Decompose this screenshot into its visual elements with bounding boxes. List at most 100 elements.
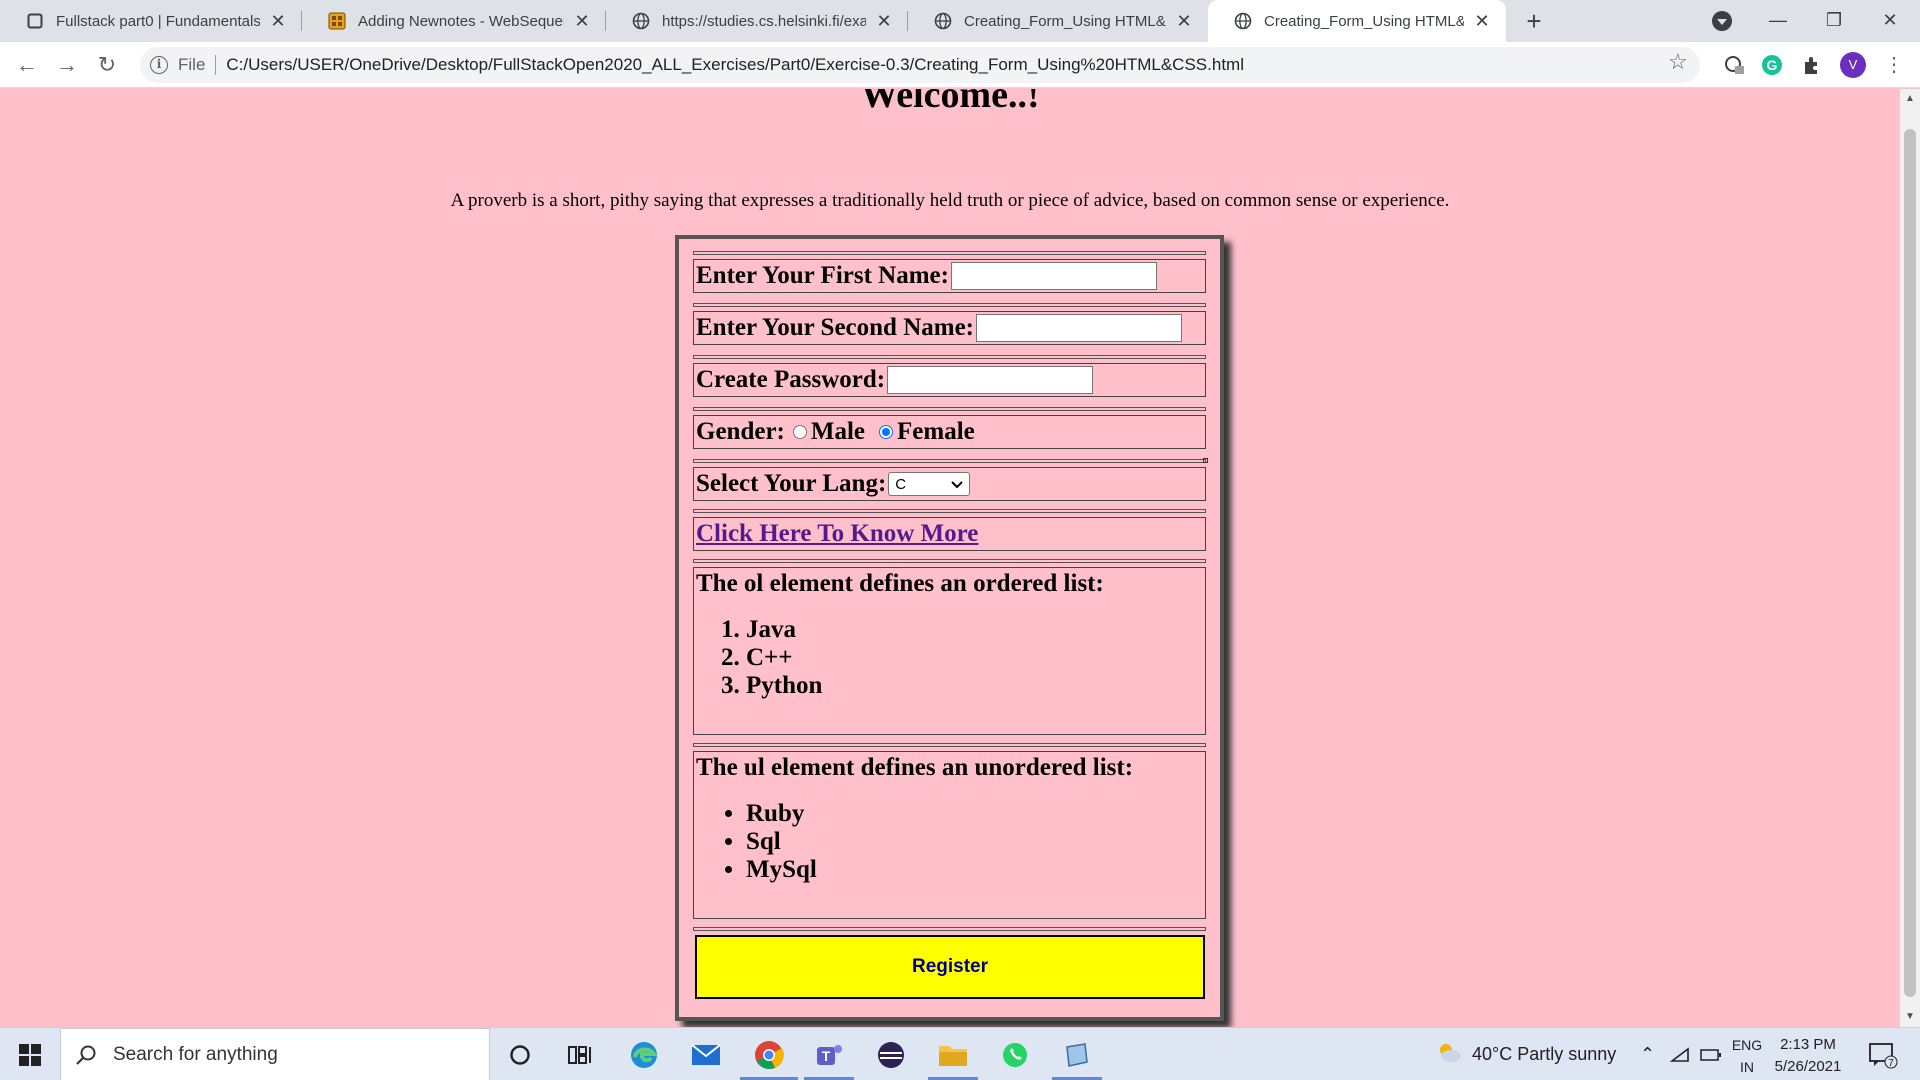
divider	[693, 355, 1206, 359]
tab-creating-form-active[interactable]: Creating_Form_Using HTML&CSS ✕	[1208, 0, 1506, 42]
gender-row: Gender: Male Female	[693, 415, 1206, 449]
input-language-indicator[interactable]: ENG IN	[1730, 1034, 1764, 1078]
address-bar[interactable]: i File C:/Users/USER/OneDrive/Desktop/Fu…	[140, 47, 1700, 83]
close-icon[interactable]: ✕	[874, 11, 894, 32]
system-clock[interactable]: 2:13 PM 5/26/2021	[1768, 1034, 1848, 1078]
language-row: Select Your Lang: C	[693, 467, 1206, 501]
new-tab-button[interactable]: +	[1518, 5, 1550, 37]
back-icon[interactable]: ←	[12, 50, 42, 80]
tab-adding-newnotes[interactable]: Adding Newnotes - WebSequenc ✕	[302, 0, 606, 42]
scrollbar-thumb[interactable]	[1904, 129, 1916, 997]
page-icon	[26, 12, 44, 30]
ordered-list-heading: The ol element defines an ordered list:	[696, 570, 1104, 597]
windows-taskbar: Search for anything T 40°C Partly sunny …	[0, 1027, 1920, 1080]
minimize-button[interactable]: —	[1750, 0, 1806, 42]
second-name-input[interactable]	[976, 314, 1183, 342]
reload-icon[interactable]: ↻	[92, 50, 122, 80]
close-icon[interactable]: ✕	[1472, 11, 1492, 32]
tab-search-icon[interactable]	[1712, 11, 1732, 31]
link-row: Click Here To Know More	[693, 517, 1206, 551]
tab-helsinki-studies[interactable]: https://studies.cs.helsinki.fi/exam ✕	[606, 0, 908, 42]
page-viewport: Welcome..! A proverb is a short, pithy s…	[0, 89, 1900, 1027]
registration-form: Enter Your First Name: Enter Your Second…	[675, 235, 1224, 1021]
svg-text:T: T	[822, 1048, 831, 1064]
menu-kebab-icon[interactable]: ⋮	[1884, 52, 1904, 77]
chrome-icon[interactable]	[744, 1028, 794, 1080]
page-scrollbar[interactable]: ▲ ▼	[1900, 89, 1920, 1027]
gender-female-radio[interactable]	[879, 425, 894, 439]
weather-widget[interactable]: 40°C Partly sunny	[1436, 1028, 1616, 1080]
proverb-text: A proverb is a short, pithy saying that …	[450, 190, 1450, 211]
edge-icon[interactable]	[622, 1028, 666, 1080]
gender-male-radio[interactable]	[792, 425, 807, 439]
restore-button[interactable]: ❐	[1806, 0, 1862, 42]
tab-label: https://studies.cs.helsinki.fi/exam	[662, 12, 866, 30]
password-row: Create Password:	[693, 363, 1206, 397]
browser-tab-strip: Fullstack part0 | Fundamentals of ✕ Addi…	[0, 0, 1920, 42]
tab-creating-form-1[interactable]: Creating_Form_Using HTML&CSS ✕	[908, 0, 1208, 42]
cortana-icon[interactable]	[500, 1028, 540, 1080]
browser-toolbar: ← → ↻ i File C:/Users/USER/OneDrive/Desk…	[0, 42, 1920, 88]
tab-fullstack-part0[interactable]: Fullstack part0 | Fundamentals of ✕	[0, 0, 302, 42]
battery-icon[interactable]	[1700, 1028, 1722, 1080]
register-button[interactable]: Register	[695, 935, 1205, 999]
first-name-input[interactable]	[950, 262, 1157, 290]
gender-male-label: Male	[810, 418, 866, 445]
chevron-down-icon	[951, 476, 963, 493]
window-close-button[interactable]: ✕	[1862, 0, 1918, 42]
list-item: Ruby	[746, 800, 817, 828]
gender-female-label: Female	[897, 418, 975, 445]
password-input[interactable]	[887, 366, 1094, 394]
globe-icon	[632, 12, 650, 30]
scroll-down-icon[interactable]: ▼	[1905, 1011, 1915, 1022]
tab-label: Creating_Form_Using HTML&CSS	[1264, 12, 1464, 30]
windows-start-icon[interactable]	[10, 1028, 50, 1080]
first-name-label: Enter Your First Name:	[696, 262, 949, 289]
tab-label: Adding Newnotes - WebSequenc	[358, 12, 564, 30]
unordered-list: Ruby Sql MySql	[696, 800, 817, 884]
profile-avatar[interactable]: V	[1840, 52, 1866, 78]
task-view-icon[interactable]	[560, 1028, 600, 1080]
taskbar-search-input[interactable]: Search for anything	[60, 1028, 490, 1080]
wifi-icon[interactable]	[1670, 1028, 1690, 1080]
grammarly-icon[interactable]: G	[1760, 53, 1784, 77]
forward-icon[interactable]: →	[52, 50, 82, 80]
eclipse-icon[interactable]	[868, 1028, 914, 1080]
tray-chevron-up-icon[interactable]: ⌃	[1640, 1028, 1655, 1080]
divider	[693, 251, 1206, 255]
password-label: Create Password:	[696, 366, 886, 393]
region-code: IN	[1740, 1059, 1754, 1075]
ordered-list: Java C++ Python	[696, 616, 822, 700]
scroll-up-icon[interactable]: ▲	[1905, 93, 1915, 104]
teams-icon[interactable]: T	[806, 1028, 852, 1080]
divider	[693, 743, 1206, 747]
file-explorer-icon[interactable]	[930, 1028, 976, 1080]
know-more-link[interactable]: Click Here To Know More	[696, 520, 978, 548]
language-selected-value: C	[895, 475, 907, 493]
url-text[interactable]: C:/Users/USER/OneDrive/Desktop/FullStack…	[226, 55, 1244, 75]
bookmark-star-icon[interactable]: ☆	[1668, 49, 1688, 75]
notepad-icon[interactable]	[1054, 1028, 1100, 1080]
media-extension-icon[interactable]	[1722, 53, 1746, 77]
gender-label: Gender:	[696, 418, 785, 445]
language-select[interactable]: C	[888, 472, 971, 496]
close-icon[interactable]: ✕	[268, 11, 288, 32]
list-item: Java	[746, 616, 822, 644]
globe-icon	[934, 12, 952, 30]
weather-text: 40°C Partly sunny	[1472, 1044, 1617, 1064]
ordered-list-section: The ol element defines an ordered list: …	[693, 567, 1206, 735]
divider	[693, 459, 1206, 463]
info-icon[interactable]: i	[150, 56, 168, 74]
search-icon	[75, 1044, 97, 1066]
extensions-puzzle-icon[interactable]	[1800, 53, 1824, 77]
clock-time: 2:13 PM	[1780, 1036, 1836, 1053]
notification-center-icon[interactable]: 7	[1868, 1028, 1898, 1080]
close-icon[interactable]: ✕	[1174, 11, 1194, 32]
divider	[693, 927, 1206, 931]
mail-icon[interactable]	[684, 1028, 728, 1080]
close-icon[interactable]: ✕	[572, 11, 592, 32]
whatsapp-icon[interactable]	[992, 1028, 1038, 1080]
first-name-row: Enter Your First Name:	[693, 259, 1206, 293]
list-item: Python	[746, 672, 822, 700]
divider	[693, 509, 1206, 513]
